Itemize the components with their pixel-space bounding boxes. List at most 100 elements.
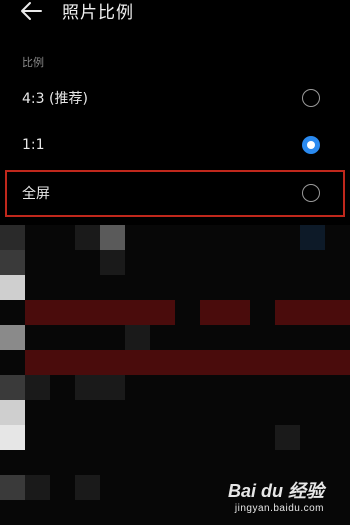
mosaic-cell — [200, 275, 225, 300]
mosaic-cell — [0, 375, 25, 400]
radio-unselected[interactable] — [302, 89, 320, 107]
mosaic-cell — [100, 475, 125, 500]
mosaic-cell — [175, 425, 200, 450]
back-arrow-icon[interactable] — [18, 0, 44, 22]
mosaic-cell — [150, 325, 175, 350]
mosaic-cell — [25, 275, 50, 300]
mosaic-cell — [100, 350, 125, 375]
mosaic-cell — [100, 325, 125, 350]
mosaic-cell — [0, 425, 25, 450]
mosaic-cell — [275, 325, 300, 350]
mosaic-cell — [325, 350, 350, 375]
mosaic-cell — [200, 425, 225, 450]
page-title: 照片比例 — [62, 3, 134, 23]
mosaic-cell — [300, 375, 325, 400]
mosaic-cell — [250, 425, 275, 450]
mosaic-cell — [250, 400, 275, 425]
mosaic-cell — [300, 325, 325, 350]
mosaic-cell — [325, 325, 350, 350]
mosaic-cell — [75, 325, 100, 350]
mosaic-cell — [25, 375, 50, 400]
mosaic-cell — [0, 225, 25, 250]
mosaic-cell — [0, 275, 25, 300]
mosaic-cell — [0, 450, 25, 475]
mosaic-cell — [125, 400, 150, 425]
mosaic-cell — [75, 300, 100, 325]
mosaic-cell — [300, 275, 325, 300]
mosaic-cell — [250, 250, 275, 275]
mosaic-cell — [325, 450, 350, 475]
watermark-logo: Bai du 经验 — [227, 481, 324, 501]
mosaic-cell — [75, 375, 100, 400]
mosaic-cell — [200, 500, 225, 525]
mosaic-cell — [275, 425, 300, 450]
option-label: 1:1 — [22, 137, 45, 153]
mosaic-cell — [325, 300, 350, 325]
mosaic-cell — [175, 375, 200, 400]
mosaic-cell — [150, 300, 175, 325]
option-4-3[interactable]: 4:3 (推荐) — [0, 75, 350, 121]
highlight-box — [5, 170, 345, 217]
mosaic-cell — [75, 250, 100, 275]
mosaic-cell — [300, 425, 325, 450]
mosaic-cell — [25, 450, 50, 475]
mosaic-cell — [175, 275, 200, 300]
mosaic-cell — [75, 275, 100, 300]
mosaic-cell — [325, 250, 350, 275]
pixelated-preview — [0, 225, 350, 525]
mosaic-cell — [150, 250, 175, 275]
mosaic-cell — [75, 450, 100, 475]
mosaic-cell — [75, 400, 100, 425]
mosaic-cell — [200, 350, 225, 375]
mosaic-cell — [200, 300, 225, 325]
mosaic-cell — [125, 350, 150, 375]
mosaic-cell — [75, 500, 100, 525]
mosaic-cell — [0, 475, 25, 500]
mosaic-cell — [75, 225, 100, 250]
mosaic-cell — [300, 450, 325, 475]
mosaic-cell — [25, 250, 50, 275]
mosaic-cell — [125, 475, 150, 500]
mosaic-cell — [225, 400, 250, 425]
mosaic-cell — [325, 375, 350, 400]
mosaic-cell — [100, 425, 125, 450]
mosaic-cell — [125, 300, 150, 325]
radio-selected[interactable] — [302, 136, 320, 154]
option-1-1[interactable]: 1:1 — [0, 122, 350, 168]
option-label: 4:3 (推荐) — [22, 91, 88, 107]
mosaic-cell — [325, 275, 350, 300]
mosaic-cell — [325, 425, 350, 450]
mosaic-cell — [175, 300, 200, 325]
mosaic-cell — [225, 300, 250, 325]
mosaic-cell — [100, 250, 125, 275]
mosaic-cell — [150, 425, 175, 450]
mosaic-cell — [150, 450, 175, 475]
mosaic-cell — [125, 225, 150, 250]
mosaic-cell — [75, 475, 100, 500]
mosaic-cell — [175, 475, 200, 500]
mosaic-cell — [150, 350, 175, 375]
mosaic-cell — [275, 300, 300, 325]
mosaic-cell — [275, 375, 300, 400]
mosaic-cell — [25, 300, 50, 325]
mosaic-cell — [100, 375, 125, 400]
mosaic-cell — [225, 375, 250, 400]
mosaic-cell — [225, 450, 250, 475]
mosaic-cell — [50, 225, 75, 250]
mosaic-cell — [50, 350, 75, 375]
mosaic-cell — [75, 425, 100, 450]
mosaic-cell — [0, 500, 25, 525]
mosaic-cell — [225, 250, 250, 275]
mosaic-cell — [225, 350, 250, 375]
mosaic-cell — [150, 400, 175, 425]
mosaic-cell — [75, 350, 100, 375]
mosaic-cell — [25, 475, 50, 500]
mosaic-cell — [175, 250, 200, 275]
mosaic-cell — [150, 500, 175, 525]
mosaic-cell — [250, 300, 275, 325]
mosaic-cell — [200, 375, 225, 400]
mosaic-cell — [175, 400, 200, 425]
mosaic-cell — [175, 450, 200, 475]
mosaic-cell — [200, 325, 225, 350]
mosaic-cell — [300, 400, 325, 425]
